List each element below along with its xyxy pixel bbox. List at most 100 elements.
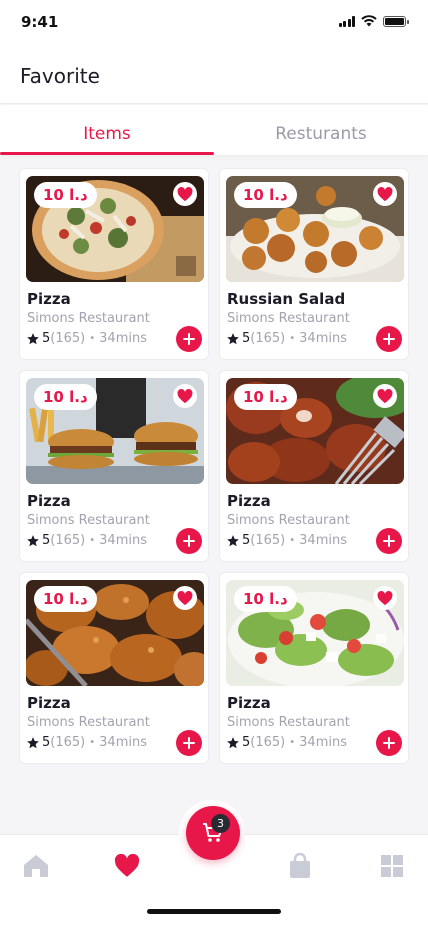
nav-menu[interactable] <box>379 853 405 879</box>
food-card[interactable]: 10 د.ا Pizza Simons Restaurant 5 (165) •… <box>219 370 409 562</box>
rating-value: 5 <box>242 533 251 548</box>
home-indicator <box>147 909 281 914</box>
food-image: 10 د.ا <box>26 176 204 282</box>
nav-orders[interactable] <box>287 853 313 879</box>
price-badge: 10 د.ا <box>234 384 297 410</box>
favorites-grid: 10 د.ا Pizza Simons Restaurant 5 (165) •… <box>19 168 409 764</box>
add-to-cart-button[interactable] <box>176 326 202 352</box>
home-icon <box>24 855 48 877</box>
wifi-icon <box>361 15 377 27</box>
plus-icon <box>383 535 395 547</box>
food-card[interactable]: 10 د.ا Pizza Simons Restaurant 5 (165) •… <box>19 572 209 764</box>
add-to-cart-button[interactable] <box>176 730 202 756</box>
food-title: Pizza <box>27 290 71 308</box>
heart-icon <box>114 854 140 877</box>
nav-favorites[interactable] <box>114 853 140 879</box>
star-icon <box>27 736 39 748</box>
price-badge: 10 د.ا <box>34 182 97 208</box>
food-title: Pizza <box>227 694 271 712</box>
bag-icon <box>290 853 310 878</box>
delivery-time: 34mins <box>99 533 147 548</box>
restaurant-name: Simons Restaurant <box>27 311 150 326</box>
favorite-button[interactable] <box>373 182 397 206</box>
separator-dot: • <box>89 737 96 748</box>
food-card[interactable]: 10 د.ا Pizza Simons Restaurant 5 (165) •… <box>19 168 209 360</box>
status-bar: 9:41 <box>0 0 428 44</box>
separator-dot: • <box>89 333 96 344</box>
restaurant-name: Simons Restaurant <box>27 513 150 528</box>
separator-dot: • <box>289 333 296 344</box>
food-image: 10 د.ا <box>226 378 404 484</box>
heart-icon <box>177 590 193 605</box>
separator-dot: • <box>289 737 296 748</box>
battery-icon <box>383 15 409 27</box>
cart-count-badge: 3 <box>211 814 230 833</box>
favorite-button[interactable] <box>373 384 397 408</box>
plus-icon <box>183 333 195 345</box>
price-badge: 10 د.ا <box>34 384 97 410</box>
delivery-time: 34mins <box>299 331 347 346</box>
favorite-button[interactable] <box>373 586 397 610</box>
food-title: Russian Salad <box>227 290 346 308</box>
add-to-cart-button[interactable] <box>376 730 402 756</box>
heart-icon <box>377 186 393 201</box>
add-to-cart-button[interactable] <box>176 528 202 554</box>
food-image: 10 د.ا <box>226 176 404 282</box>
food-image: 10 د.ا <box>226 580 404 686</box>
add-to-cart-button[interactable] <box>376 528 402 554</box>
header: Favorite <box>0 44 428 104</box>
favorite-button[interactable] <box>173 384 197 408</box>
food-title: Pizza <box>27 694 71 712</box>
rating-value: 5 <box>242 735 251 750</box>
star-icon <box>227 736 239 748</box>
star-icon <box>227 534 239 546</box>
add-to-cart-button[interactable] <box>376 326 402 352</box>
tab-restaurants[interactable]: Resturants <box>214 105 428 155</box>
rating-row: 5 (165) • 34mins <box>226 331 347 346</box>
food-card[interactable]: 10 د.ا Pizza Simons Restaurant 5 (165) •… <box>219 572 409 764</box>
favorite-button[interactable] <box>173 182 197 206</box>
food-image: 10 د.ا <box>26 580 204 686</box>
signal-icon <box>338 15 355 27</box>
rating-row: 5 (165) • 34mins <box>226 735 347 750</box>
page-title: Favorite <box>20 64 100 88</box>
rating-value: 5 <box>242 331 251 346</box>
heart-icon <box>177 388 193 403</box>
status-time: 9:41 <box>21 13 59 31</box>
restaurant-name: Simons Restaurant <box>227 513 350 528</box>
delivery-time: 34mins <box>299 735 347 750</box>
rating-value: 5 <box>42 735 51 750</box>
food-card[interactable]: 10 د.ا Russian Salad Simons Restaurant 5… <box>219 168 409 360</box>
delivery-time: 34mins <box>299 533 347 548</box>
status-icons <box>338 15 409 27</box>
restaurant-name: Simons Restaurant <box>27 715 150 730</box>
tab-items[interactable]: Items <box>0 105 214 155</box>
price-badge: 10 د.ا <box>34 586 97 612</box>
review-count: (165) <box>50 533 86 548</box>
star-icon <box>27 534 39 546</box>
star-icon <box>27 332 39 344</box>
separator-dot: • <box>89 535 96 546</box>
price-badge: 10 د.ا <box>234 586 297 612</box>
rating-value: 5 <box>42 331 51 346</box>
food-image: 10 د.ا <box>26 378 204 484</box>
review-count: (165) <box>50 735 86 750</box>
review-count: (165) <box>250 735 286 750</box>
rating-row: 5 (165) • 34mins <box>26 735 147 750</box>
separator-dot: • <box>289 535 296 546</box>
tab-bar: Items Resturants <box>0 105 428 155</box>
rating-row: 5 (165) • 34mins <box>26 533 147 548</box>
nav-home[interactable] <box>23 853 49 879</box>
plus-icon <box>383 333 395 345</box>
favorite-button[interactable] <box>173 586 197 610</box>
price-badge: 10 د.ا <box>234 182 297 208</box>
cart-button[interactable] <box>186 806 240 860</box>
heart-icon <box>177 186 193 201</box>
food-card[interactable]: 10 د.ا Pizza Simons Restaurant 5 (165) •… <box>19 370 209 562</box>
plus-icon <box>183 535 195 547</box>
rating-row: 5 (165) • 34mins <box>26 331 147 346</box>
restaurant-name: Simons Restaurant <box>227 715 350 730</box>
review-count: (165) <box>50 331 86 346</box>
plus-icon <box>383 737 395 749</box>
grid-icon <box>381 855 403 877</box>
